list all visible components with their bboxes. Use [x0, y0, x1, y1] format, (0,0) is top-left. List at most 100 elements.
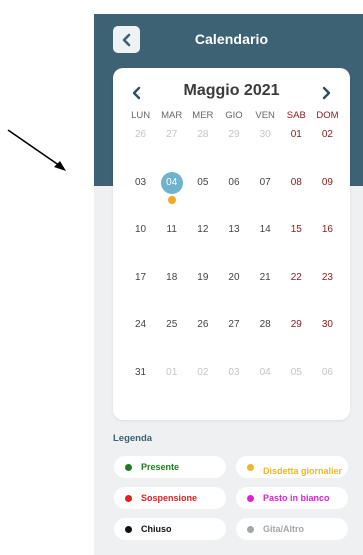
calendar-day[interactable]: 18 — [156, 269, 187, 317]
days-grid: 26 27 28 29 30 01 02 03 04 05 06 07 08 09 10 11 12 13 14 15… — [125, 126, 343, 411]
calendar-day[interactable]: 21 — [250, 269, 281, 317]
calendar-day-selected[interactable]: 04 — [156, 171, 187, 222]
calendar-day-number: 26 — [135, 129, 147, 140]
calendar-day-number: 27 — [228, 319, 240, 330]
calendar-card: Maggio 2021 LUN MAR MER GIO VEN SAB DOM 26 27 28… — [113, 68, 350, 420]
legend-label: Presente — [141, 461, 180, 472]
calendar-day[interactable]: 31 — [125, 364, 156, 412]
legend-label: Pasto in bianco — [263, 492, 330, 503]
calendar-day-number: 03 — [228, 366, 240, 378]
calendar-day-number: 03 — [135, 176, 147, 188]
legend-color-dot — [125, 525, 132, 533]
calendar-day[interactable]: 06 — [218, 174, 249, 222]
calendar-day[interactable]: 27 — [218, 316, 249, 364]
legend-item: Gita/Altro — [236, 518, 348, 540]
calendar-day-number: 02 — [321, 129, 333, 140]
next-month-button[interactable] — [318, 84, 334, 102]
legend-label: Gita/Altro — [263, 523, 305, 534]
calendar-day[interactable]: 01 — [281, 126, 312, 174]
calendar-day[interactable]: 02 — [312, 126, 343, 174]
legend-label: Chiuso — [141, 523, 172, 534]
legend-label: Disdetta giornalier — [263, 465, 343, 476]
calendar-day: 06 — [312, 364, 343, 412]
legend-title: Legenda — [113, 433, 153, 444]
calendar-day-number: 28 — [259, 319, 271, 330]
calendar-day[interactable]: 28 — [250, 316, 281, 364]
calendar-day: 30 — [250, 126, 281, 174]
calendar-day[interactable]: 12 — [187, 221, 218, 269]
calendar-day[interactable]: 29 — [281, 316, 312, 364]
calendar-day-number: 29 — [228, 129, 240, 140]
calendar-app-screen: Calendario Maggio 2021 LUN MAR MER GIO VEN SA… — [94, 14, 363, 555]
calendar-day-number: 31 — [135, 366, 147, 378]
calendar-day[interactable]: 16 — [312, 221, 343, 269]
calendar-day-number: 01 — [290, 129, 302, 140]
legend-color-dot — [125, 494, 132, 502]
legend-color-dot — [247, 494, 254, 502]
calendar-day-number: 18 — [166, 271, 178, 283]
calendar-day[interactable]: 05 — [187, 174, 218, 222]
calendar-day[interactable]: 03 — [125, 174, 156, 222]
annotation-arrow — [7, 129, 66, 171]
legend-item: Pasto in bianco — [236, 487, 348, 509]
calendar-day[interactable]: 30 — [312, 316, 343, 364]
calendar-day[interactable]: 23 — [312, 269, 343, 317]
legend-item: Disdetta giornalier — [236, 456, 348, 478]
calendar-day-number: 09 — [321, 176, 333, 188]
calendar-day: 29 — [218, 126, 249, 174]
calendar-day[interactable]: 07 — [250, 174, 281, 222]
calendar-day-number: 14 — [259, 224, 271, 235]
legend-color-dot — [247, 525, 254, 533]
page-title: Calendario — [194, 31, 269, 47]
calendar-day: 04 — [250, 364, 281, 412]
weekday-label: DOM — [316, 110, 339, 121]
calendar-day-number: 23 — [321, 271, 333, 283]
calendar-day-number: 16 — [321, 224, 333, 235]
calendar-day[interactable]: 26 — [187, 316, 218, 364]
calendar-day-number: 17 — [135, 271, 147, 283]
calendar-day: 01 — [156, 364, 187, 412]
calendar-day: 27 — [156, 126, 187, 174]
calendar-day[interactable]: 13 — [218, 221, 249, 269]
calendar-day[interactable]: 22 — [281, 269, 312, 317]
calendar-day[interactable]: 11 — [156, 221, 187, 269]
calendar-day-number: 04 — [160, 171, 183, 194]
legend-color-dot — [247, 463, 254, 471]
calendar-day[interactable]: 08 — [281, 174, 312, 222]
month-year-label: Maggio 2021 — [183, 82, 280, 99]
calendar-day[interactable]: 14 — [250, 221, 281, 269]
calendar-day[interactable]: 09 — [312, 174, 343, 222]
calendar-day-number: 22 — [290, 271, 302, 283]
legend-item: Chiuso — [114, 518, 226, 540]
weekday-label: MER — [192, 110, 214, 121]
weekday-label: MAR — [161, 110, 183, 121]
calendar-day-number: 05 — [290, 366, 302, 378]
legend-color-dot — [125, 463, 132, 471]
month-navigation: Maggio 2021 — [113, 82, 350, 104]
calendar-day[interactable]: 19 — [187, 269, 218, 317]
calendar-day-number: 29 — [290, 319, 302, 330]
calendar-day[interactable]: 10 — [125, 221, 156, 269]
calendar-day: 03 — [218, 364, 249, 412]
calendar-day[interactable]: 15 — [281, 221, 312, 269]
weekday-header-row: LUN MAR MER GIO VEN SAB DOM — [125, 110, 343, 124]
weekday-label: SAB — [286, 110, 306, 121]
calendar-day-number: 19 — [197, 271, 209, 283]
calendar-day-number: 30 — [259, 129, 271, 140]
calendar-day-number: 02 — [197, 366, 209, 378]
calendar-day[interactable]: 20 — [218, 269, 249, 317]
calendar-day-number: 27 — [166, 129, 178, 140]
calendar-day: 05 — [281, 364, 312, 412]
calendar-day[interactable]: 25 — [156, 316, 187, 364]
chevron-right-icon — [322, 86, 331, 100]
weekday-label: GIO — [225, 110, 243, 121]
calendar-day-number: 15 — [290, 224, 302, 235]
legend-label: Sospensione — [141, 492, 198, 503]
calendar-day[interactable]: 24 — [125, 316, 156, 364]
calendar-day-number: 06 — [228, 176, 240, 188]
calendar-day-number: 30 — [321, 319, 333, 330]
calendar-day: 28 — [187, 126, 218, 174]
weekday-label: LUN — [131, 110, 151, 121]
calendar-day-number: 01 — [166, 366, 178, 378]
calendar-day[interactable]: 17 — [125, 269, 156, 317]
